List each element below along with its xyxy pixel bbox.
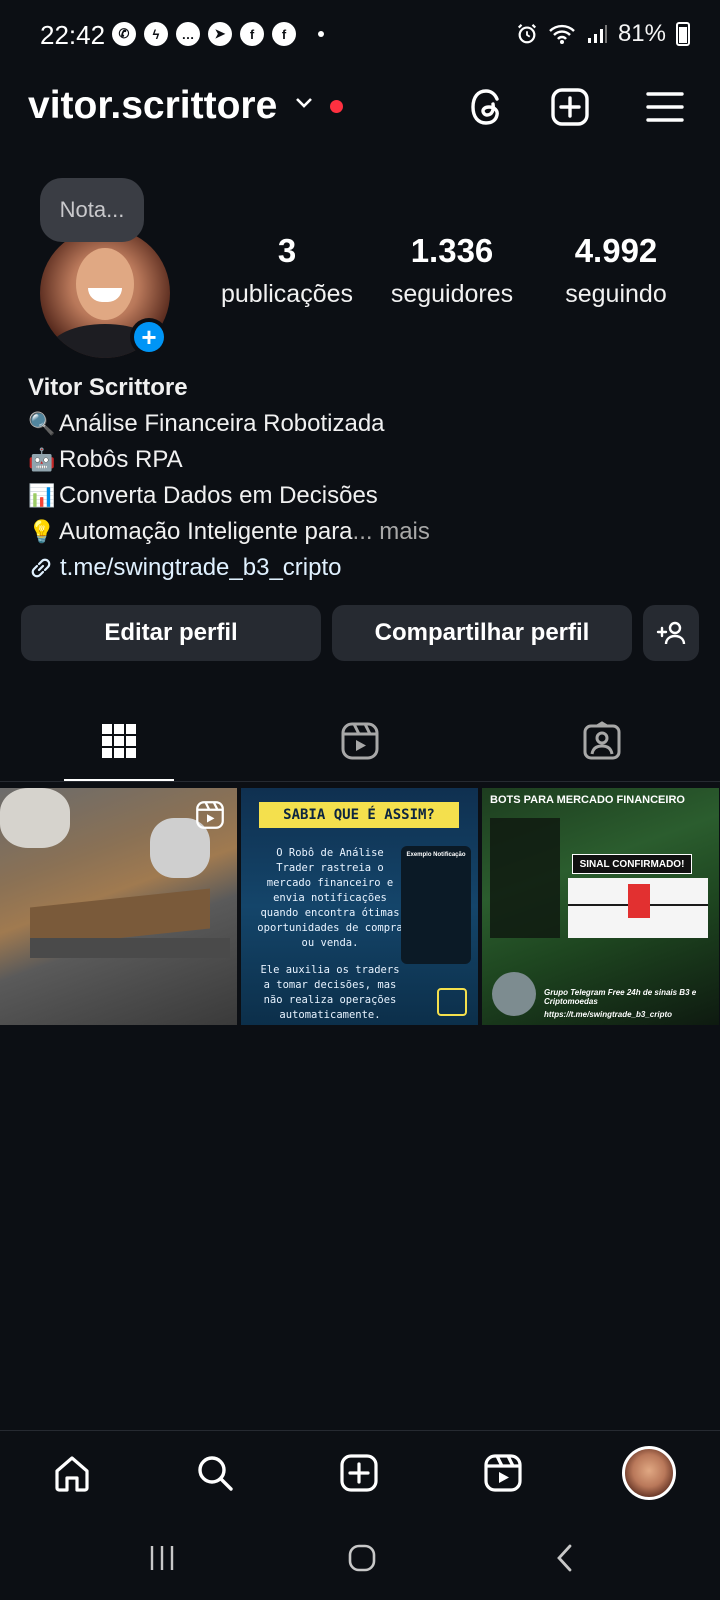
back-icon [557,1544,572,1572]
stat-followers[interactable]: 1.336 seguidores [372,232,532,309]
nav-reels[interactable] [478,1448,528,1498]
battery-icon [676,22,690,46]
bio-line: 💡 Automação Inteligente para ... mais [28,514,430,550]
plus-icon: + [134,322,164,352]
signal-chart [568,878,708,938]
chevron-down-icon[interactable] [294,96,314,110]
back-system-button[interactable] [540,1538,590,1578]
stat-following[interactable]: 4.992 seguindo [536,232,696,309]
status-time: 22:42 [40,20,106,50]
robot-emoji: 🤖 [28,447,56,472]
telegram-logo [492,972,536,1016]
post-footer: Grupo Telegram Free 24h de sinais B3 e C… [544,988,697,1006]
bio-text: Automação Inteligente para [59,518,353,545]
bio-text: Robôs RPA [59,446,183,473]
stat-label: publicações [220,280,354,308]
share-profile-button[interactable]: Compartilhar perfil [332,605,632,661]
nav-home[interactable] [47,1448,97,1498]
stat-label: seguindo [565,280,667,308]
stat-posts[interactable]: 3 publicações [207,232,367,309]
signal-icon [587,25,607,43]
link-icon [31,558,51,578]
more-notifications-dot [318,31,324,37]
system-status: 81% [516,20,690,48]
bio-text: Análise Financeira Robotizada [59,410,385,437]
link-text: t.me/swingtrade_b3_cripto [60,554,342,581]
post-thumbnail-1[interactable] [0,788,237,1025]
home-icon [55,1456,89,1492]
bio-line: 📊 Converta Dados em Decisões [28,478,430,514]
create-icon [551,88,589,126]
tabs-divider [0,781,720,782]
bio-line: 🔍 Análise Financeira Robotizada [28,406,430,442]
nav-search[interactable] [190,1448,240,1498]
reels-icon [484,1454,522,1492]
lightbulb-emoji: 💡 [28,519,56,544]
profile-username[interactable]: vitor.scrittore [28,84,277,128]
messages-icon: … [176,22,200,46]
add-person-icon [656,621,686,645]
notification-card: Exemplo Notificação [401,846,471,964]
bio-text: Converta Dados em Decisões [59,482,378,509]
nav-create[interactable] [334,1448,384,1498]
post-url: https://t.me/swingtrade_b3_cripto [544,1010,673,1019]
stat-value: 3 [277,232,297,269]
recents-icon [150,1546,174,1570]
home-circle-icon [348,1544,376,1572]
reel-icon [196,801,224,829]
create-button[interactable] [545,82,595,132]
nav-profile-avatar[interactable] [622,1446,676,1500]
wifi-icon [549,24,575,44]
profile-bio: Vitor Scrittore 🔍 Análise Financeira Rob… [28,370,430,586]
bio-more-link[interactable]: ... mais [353,514,430,550]
battery-percent: 81% [617,20,666,47]
stat-value: 4.992 [574,232,658,269]
grid-icon [102,724,136,758]
tagged-icon [583,721,621,760]
tab-reels[interactable] [330,716,390,766]
post-banner: SABIA QUE É ASSIM? [259,802,459,828]
reels-icon [341,722,379,760]
threads-button[interactable] [463,82,513,132]
threads-icon [471,89,499,125]
signal-label: SINAL CONFIRMADO! [572,854,692,874]
search-icon [198,1456,233,1491]
telegram-icon: ➤ [208,22,232,46]
messenger-icon: ϟ [144,22,168,46]
create-icon [340,1454,378,1492]
bottom-nav-divider [0,1430,720,1431]
post-title: BOTS PARA MERCADO FINANCEIRO [490,794,685,806]
post-body: O Robô de Análise Trader rastreia o merc… [257,847,403,1021]
post-thumbnail-3[interactable]: BOTS PARA MERCADO FINANCEIRO SINAL CONFI… [482,788,719,1025]
profile-link[interactable]: t.me/swingtrade_b3_cripto [28,550,430,586]
tab-tagged[interactable] [572,716,632,766]
stat-value: 1.336 [410,232,494,269]
home-system-button[interactable] [337,1538,387,1578]
chart-emoji: 📊 [28,483,56,508]
stat-label: seguidores [390,280,514,308]
tab-grid[interactable] [89,716,149,766]
add-story-button[interactable]: + [130,318,168,356]
menu-icon [646,92,684,122]
facebook-icon: f [240,22,264,46]
notification-dot [330,100,343,113]
note-bubble[interactable]: Nota... [40,178,144,242]
alarm-icon [517,24,536,44]
facebook-icon: f [272,22,296,46]
magnifier-emoji: 🔍 [28,411,56,436]
whatsapp-icon: ✆ [112,22,136,46]
post-thumbnail-2[interactable]: SABIA QUE É ASSIM? O Robô de Análise Tra… [241,788,478,1025]
edit-profile-button[interactable]: Editar perfil [21,605,321,661]
active-tab-indicator [64,779,174,781]
discover-people-button[interactable] [643,605,699,661]
notification-icons: ✆ ϟ … ➤ f f [112,22,324,46]
recent-apps-button[interactable] [137,1538,187,1578]
profile-name: Vitor Scrittore [28,374,188,401]
menu-button[interactable] [640,82,690,132]
bio-line: 🤖 Robôs RPA [28,442,430,478]
